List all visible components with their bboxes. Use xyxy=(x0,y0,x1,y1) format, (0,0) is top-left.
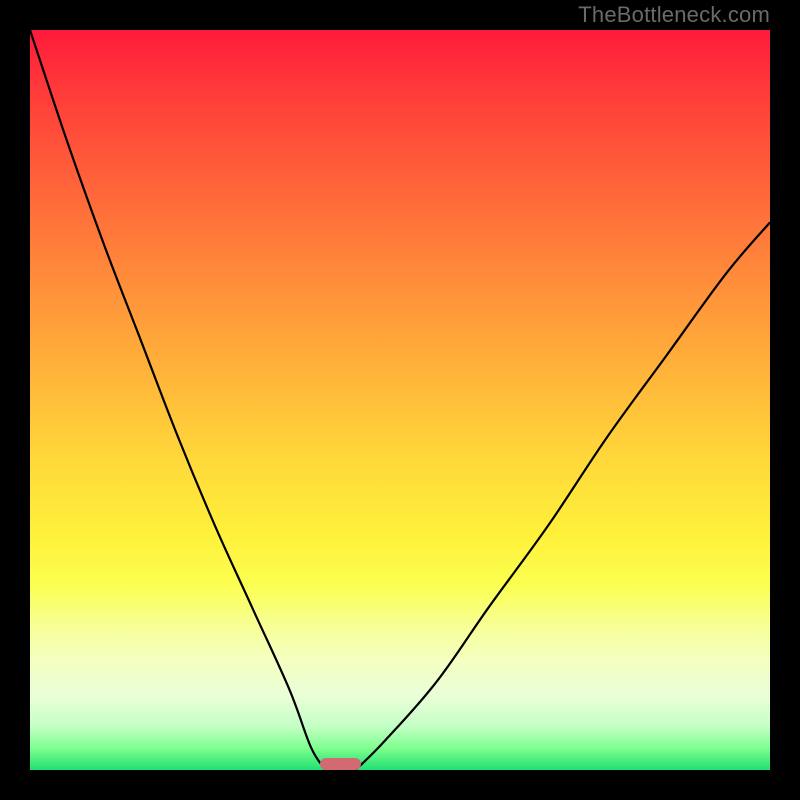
outer-frame: TheBottleneck.com xyxy=(0,0,800,800)
watermark-text: TheBottleneck.com xyxy=(578,2,770,28)
curve-left-branch xyxy=(30,30,326,770)
minimum-marker xyxy=(320,758,361,770)
curve-right-branch xyxy=(356,222,770,770)
bottleneck-curve xyxy=(30,30,770,770)
